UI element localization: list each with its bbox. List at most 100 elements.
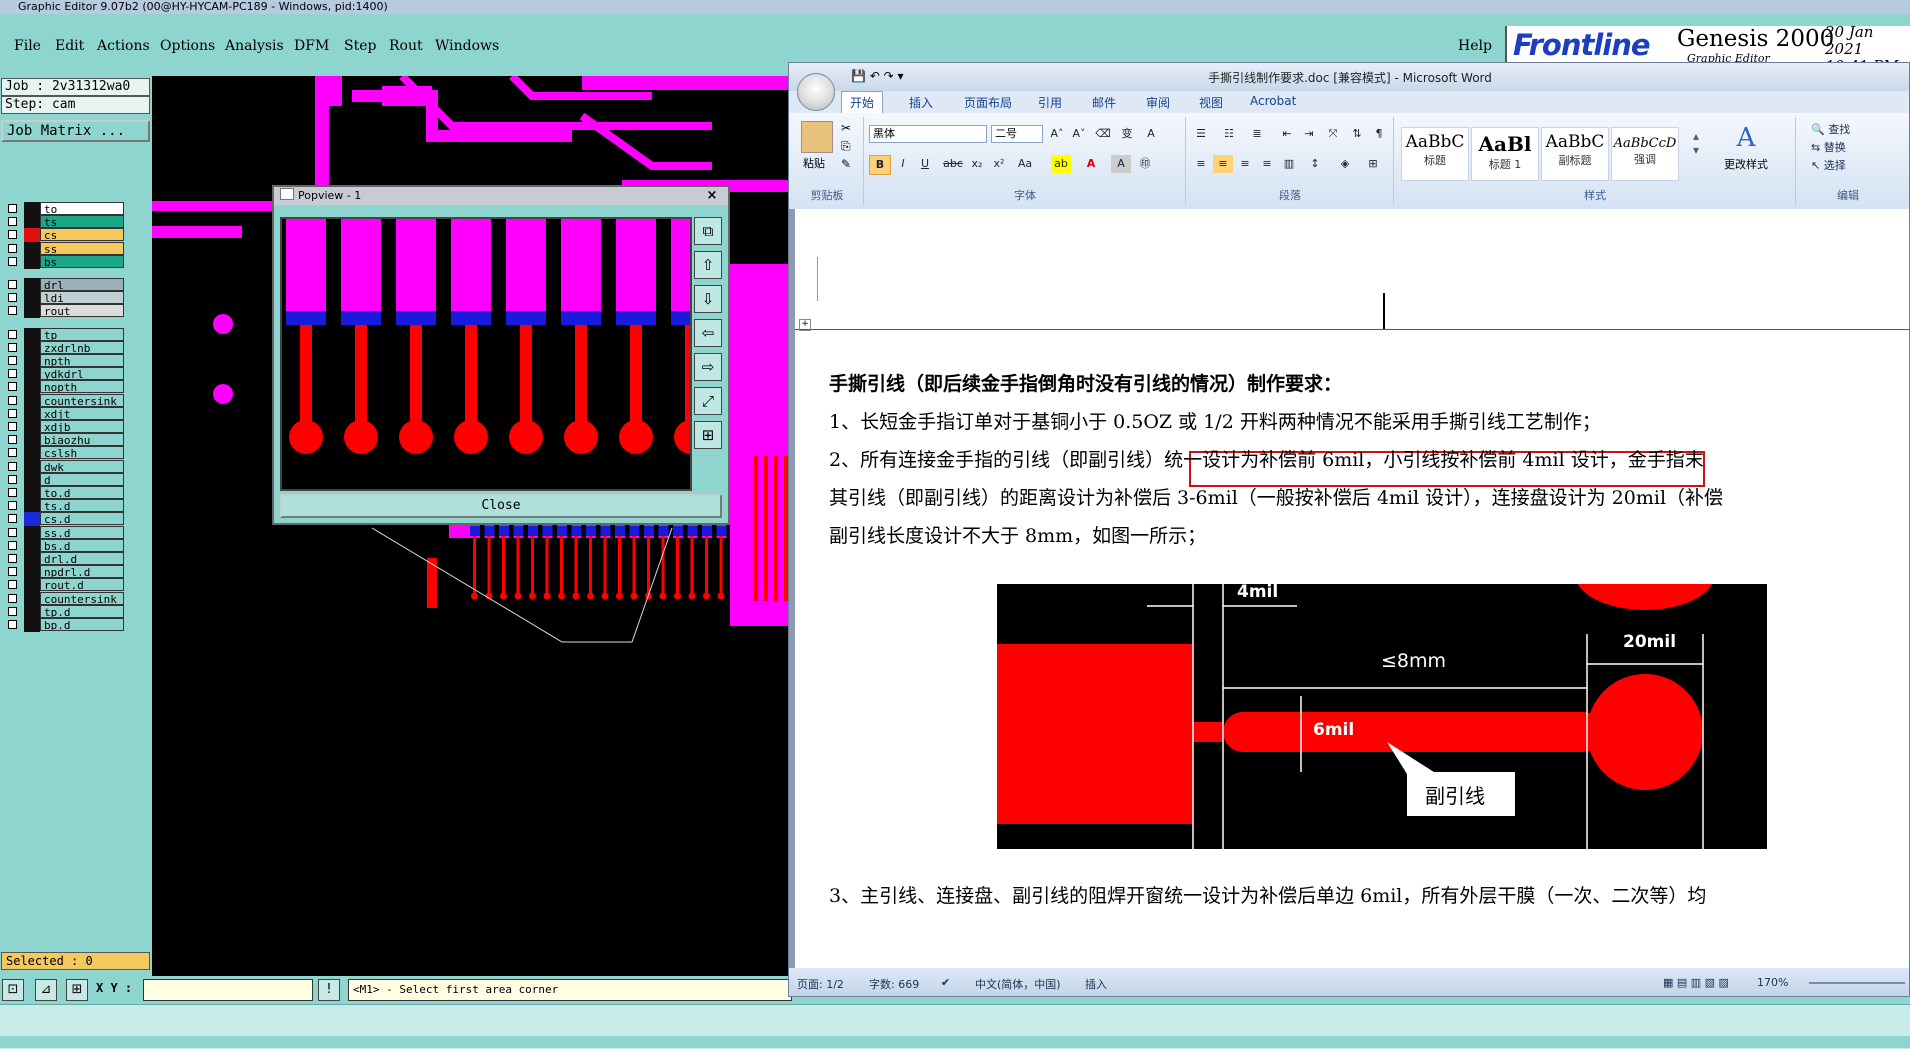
menu-options[interactable]: Options [160, 38, 215, 54]
layer-name[interactable]: rout [40, 304, 124, 318]
asian-layout-icon[interactable]: ⤧ [1323, 125, 1343, 143]
layer-name[interactable]: zxdrlnb [40, 340, 124, 354]
layer-checkbox[interactable] [8, 230, 17, 240]
cut-icon[interactable]: ✂ [841, 121, 851, 135]
document-page[interactable]: + 手撕引线（即后续金手指倒角时没有引线的情况）制作要求： 1、长短金手指订单对… [795, 209, 1909, 971]
borders-icon[interactable]: ⊞ [1363, 155, 1383, 173]
layer-color-swatch[interactable] [24, 512, 40, 527]
layer-name[interactable]: ss.d [40, 525, 124, 539]
layer-name[interactable]: ldi [40, 291, 124, 305]
find-button[interactable]: 🔍 查找 [1811, 121, 1850, 137]
layer-row-cs.d[interactable]: cs.d [4, 512, 150, 527]
layer-row-nopth[interactable]: nopth [4, 380, 150, 395]
style-emphasis[interactable]: AaBbCcD 强调 [1611, 127, 1679, 181]
layer-row-xdjt[interactable]: xdjt [4, 406, 150, 421]
distributed-icon[interactable]: ▥ [1279, 155, 1299, 173]
layer-color-swatch[interactable] [24, 241, 40, 256]
font-size-combo[interactable]: 二号 [991, 125, 1043, 143]
layer-name[interactable]: bp.d [40, 618, 124, 631]
subscript-icon[interactable]: x₂ [967, 155, 987, 173]
layer-color-swatch[interactable] [24, 420, 40, 434]
layer-checkbox[interactable] [8, 435, 17, 445]
layer-name[interactable]: tp.d [40, 604, 124, 618]
layer-name[interactable]: tp [40, 327, 124, 341]
layer-checkbox[interactable] [8, 217, 17, 227]
layer-name[interactable]: bs [40, 254, 124, 268]
menu-help[interactable]: Help [1458, 38, 1492, 54]
layer-row-countersink[interactable]: countersink [4, 393, 150, 408]
snap-icon[interactable]: ⊡ [2, 979, 24, 1001]
layer-color-swatch[interactable] [24, 393, 40, 408]
layer-checkbox[interactable] [8, 293, 17, 303]
tab-home[interactable]: 开始 [841, 91, 884, 113]
change-styles-button[interactable]: A 更改样式 [1711, 123, 1781, 172]
word-titlebar[interactable]: 手撕引线制作要求.doc [兼容模式] - Microsoft Word 💾 ↶… [789, 63, 1909, 91]
numbering-icon[interactable]: ☷ [1219, 125, 1239, 143]
layer-row-bs.d[interactable]: bs.d [4, 538, 150, 553]
layer-name[interactable]: npdrl.d [40, 565, 124, 579]
style-heading1[interactable]: AaBl 标题 1 [1471, 127, 1539, 181]
info-icon[interactable]: ! [318, 979, 340, 1001]
layer-checkbox[interactable] [8, 514, 17, 524]
status-page[interactable]: 页面: 1/2 [797, 976, 844, 992]
layer-color-swatch[interactable] [24, 499, 40, 514]
layer-name[interactable]: d [40, 472, 124, 486]
paste-label[interactable]: 粘贴 [803, 155, 825, 171]
layer-name[interactable]: npth [40, 354, 124, 367]
status-zoom[interactable]: 170% [1757, 976, 1788, 989]
layer-row-biaozhu[interactable]: biaozhu [4, 433, 150, 448]
layer-color-swatch[interactable] [24, 215, 40, 230]
layer-name[interactable]: cs.d [40, 512, 124, 526]
zoom-in-icon[interactable]: ⧉ [694, 217, 722, 245]
layer-row-zxdrlnb[interactable]: zxdrlnb [4, 340, 150, 355]
close-icon[interactable]: × [700, 188, 724, 203]
clear-format-icon[interactable]: ⌫ [1093, 125, 1113, 143]
layer-row-npdrl.d[interactable]: npdrl.d [4, 565, 150, 580]
layer-checkbox[interactable] [8, 356, 17, 365]
layer-name[interactable]: ts [40, 215, 124, 229]
underline-icon[interactable]: U [915, 155, 935, 173]
figure-1[interactable]: 4mil ≤8mm 20mil 6mil 副引线 [997, 584, 1767, 849]
layer-row-ldi[interactable]: ldi [4, 291, 150, 306]
font-color-icon[interactable]: A [1081, 155, 1101, 173]
view-buttons[interactable]: ▦ ▤ ▥ ▧ ▨ [1663, 976, 1729, 989]
line-spacing-icon[interactable]: ↕ [1305, 155, 1325, 173]
align-right-icon[interactable]: ≡ [1235, 155, 1255, 173]
layer-checkbox[interactable] [8, 461, 17, 471]
layer-color-swatch[interactable] [24, 354, 40, 368]
show-marks-icon[interactable]: ¶ [1369, 125, 1389, 143]
menu-rout[interactable]: Rout [389, 38, 423, 54]
spellcheck-icon[interactable]: ✔ [941, 976, 950, 989]
layer-row-rout[interactable]: rout [4, 304, 150, 319]
layer-name[interactable]: xdjt [40, 406, 124, 420]
layer-name[interactable]: nopth [40, 380, 124, 394]
layer-row-drl[interactable]: drl [4, 278, 150, 292]
layer-color-swatch[interactable] [24, 565, 40, 580]
layer-checkbox[interactable] [8, 606, 17, 616]
layer-row-bs[interactable]: bs [4, 254, 150, 269]
layer-row-ss[interactable]: ss [4, 241, 150, 256]
layer-row-d[interactable]: d [4, 472, 150, 487]
tab-references[interactable]: 引用 [1038, 94, 1062, 111]
layer-checkbox[interactable] [8, 620, 17, 629]
change-case-icon[interactable]: Aa [1015, 155, 1035, 173]
layer-checkbox[interactable] [8, 408, 17, 418]
popview-canvas[interactable] [280, 217, 692, 491]
phonetic-icon[interactable]: 变 [1117, 125, 1137, 143]
layer-checkbox[interactable] [8, 448, 17, 458]
layer-row-npth[interactable]: npth [4, 354, 150, 368]
layer-row-tp[interactable]: tp [4, 327, 150, 342]
layer-color-swatch[interactable] [24, 591, 40, 606]
layer-color-swatch[interactable] [24, 291, 40, 306]
shrink-font-icon[interactable]: A˅ [1069, 125, 1089, 143]
tab-review[interactable]: 审阅 [1146, 94, 1170, 111]
layer-color-swatch[interactable] [24, 367, 40, 382]
paste-icon[interactable] [801, 121, 833, 153]
char-border-icon[interactable]: A [1141, 125, 1161, 143]
layer-row-ts[interactable]: ts [4, 215, 150, 230]
align-left-icon[interactable]: ≡ [1191, 155, 1211, 173]
justify-icon[interactable]: ≡ [1257, 155, 1277, 173]
layer-checkbox[interactable] [8, 488, 17, 497]
decrease-indent-icon[interactable]: ⇤ [1277, 125, 1297, 143]
layer-color-swatch[interactable] [24, 446, 40, 461]
